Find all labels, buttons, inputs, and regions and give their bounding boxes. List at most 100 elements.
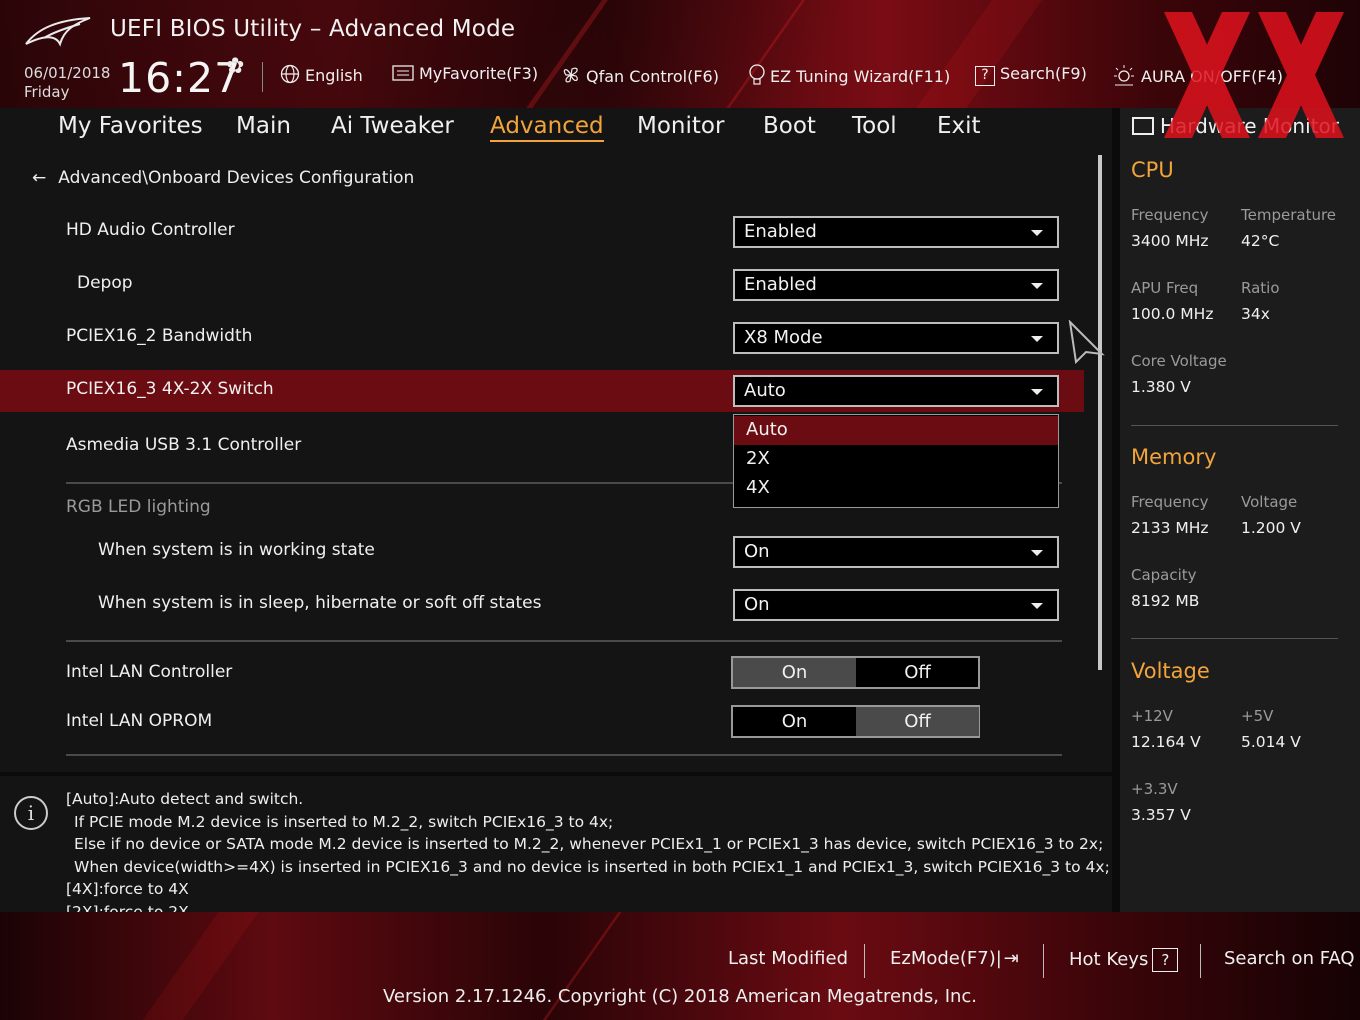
fan-icon (563, 67, 578, 83)
hd-audio-label: HD Audio Controller (66, 220, 235, 240)
pciex16-2-select[interactable]: X8 Mode (733, 322, 1059, 354)
hd-audio-value: Enabled (744, 221, 817, 242)
rog-logo (25, 17, 91, 47)
hardware-monitor: Hardware Monitor CPU Frequency Temperatu… (1120, 108, 1360, 912)
divider (66, 640, 1062, 642)
cursor-icon (1068, 320, 1105, 364)
rgb-working-label: When system is in working state (98, 540, 375, 560)
search-button[interactable]: ? Search(F9) (975, 64, 1087, 86)
breadcrumb[interactable]: ← Advanced\Onboard Devices Configuration (32, 168, 414, 188)
memory-voltage-value: 1.200 V (1241, 519, 1301, 537)
apu-freq-value: 100.0 MHz (1131, 305, 1214, 323)
settings-panel: ← Advanced\Onboard Devices Configuration … (0, 148, 1112, 772)
cpu-frequency-label: Frequency (1131, 206, 1209, 224)
help-line: When device(width>=4X) is inserted in PC… (74, 858, 1110, 876)
dropdown-option-auto[interactable]: Auto (734, 416, 1058, 445)
tab-monitor[interactable]: Monitor (637, 113, 724, 139)
voltage-heading: Voltage (1131, 659, 1210, 683)
capacity-label: Capacity (1131, 566, 1197, 584)
chevron-down-icon (1031, 603, 1043, 609)
rgb-sleep-label: When system is in sleep, hibernate or so… (98, 593, 542, 613)
divider (1131, 425, 1338, 426)
v33-value: 3.357 V (1131, 806, 1191, 824)
dropdown-option-2x[interactable]: 2X (734, 445, 1058, 474)
last-modified-button[interactable]: Last Modified (728, 948, 848, 969)
clock: 16:27 (118, 54, 242, 102)
help-line: [4X]:force to 4X (66, 880, 189, 898)
cpu-temperature-value: 42°C (1241, 232, 1280, 250)
hd-audio-select[interactable]: Enabled (733, 216, 1059, 248)
hotkeys-button[interactable]: Hot Keys? (1069, 948, 1179, 972)
cpu-temperature-label: Temperature (1241, 206, 1337, 224)
apu-freq-label: APU Freq (1131, 279, 1199, 297)
chevron-down-icon (1031, 230, 1043, 236)
cpu-frequency-value: 3400 MHz (1131, 232, 1209, 250)
tab-my-favorites[interactable]: My Favorites (58, 113, 203, 139)
intel-lan-off[interactable]: Off (856, 658, 979, 687)
header-bar: UEFI BIOS Utility – Advanced Mode 06/01/… (0, 0, 1360, 108)
day-text: Friday (24, 83, 70, 101)
intel-lan-on[interactable]: On (733, 658, 856, 687)
hotkeys-label: Hot Keys (1069, 949, 1149, 970)
intel-lan-oprom-toggle[interactable]: On Off (731, 705, 980, 738)
divider (1200, 944, 1201, 978)
memory-voltage-label: Voltage (1241, 493, 1298, 511)
tab-ai-tweaker[interactable]: Ai Tweaker (331, 113, 454, 139)
search-faq-button[interactable]: Search on FAQ (1224, 948, 1355, 969)
divider (864, 944, 865, 978)
depop-value: Enabled (744, 274, 817, 295)
tab-boot[interactable]: Boot (763, 113, 816, 139)
dropdown-option-4x[interactable]: 4X (734, 474, 1058, 503)
scrollbar[interactable] (1098, 155, 1102, 670)
version-text: Version 2.17.1246. Copyright (C) 2018 Am… (382, 986, 978, 1007)
tab-advanced[interactable]: Advanced (490, 113, 604, 142)
qfan-button[interactable]: Qfan Control(F6) (560, 64, 719, 86)
intel-lan-oprom-on[interactable]: On (733, 707, 856, 736)
myfavorite-button[interactable]: MyFavorite(F3) (392, 64, 538, 83)
help-panel: i [Auto]:Auto detect and switch. If PCIE… (0, 776, 1112, 921)
language-button[interactable]: English (280, 64, 363, 85)
intel-lan-oprom-off[interactable]: Off (856, 707, 979, 736)
pciex16-2-value: X8 Mode (744, 327, 823, 348)
tab-tool[interactable]: Tool (852, 113, 897, 139)
tab-exit[interactable]: Exit (937, 113, 981, 139)
gear-icon[interactable]: ✿ (226, 54, 244, 79)
core-voltage-value: 1.380 V (1131, 378, 1191, 396)
memory-frequency-label: Frequency (1131, 493, 1209, 511)
capacity-value: 8192 MB (1131, 592, 1200, 610)
pciex16-3-dropdown: Auto 2X 4X (733, 414, 1059, 508)
pciex16-3-select[interactable]: Auto (733, 375, 1059, 407)
app-title: UEFI BIOS Utility – Advanced Mode (110, 16, 516, 42)
myfavorite-label: MyFavorite(F3) (419, 64, 539, 83)
date-display: 06/01/2018 Friday (24, 64, 110, 102)
ezmode-button[interactable]: EzMode(F7)| ⇥ (890, 948, 1019, 969)
back-arrow-icon[interactable]: ← (32, 168, 46, 188)
pciex16-3-label: PCIEX16_3 4X-2X Switch (66, 379, 274, 399)
rgb-sleep-select[interactable]: On (733, 589, 1059, 621)
favorite-icon (392, 65, 414, 81)
divider (1131, 638, 1338, 639)
chevron-down-icon (1031, 283, 1043, 289)
info-icon: i (14, 796, 48, 830)
tab-main[interactable]: Main (236, 113, 291, 139)
rgb-heading: RGB LED lighting (66, 497, 211, 517)
depop-label: Depop (77, 273, 133, 293)
help-line: If PCIE mode M.2 device is inserted to M… (74, 813, 614, 831)
rgb-working-select[interactable]: On (733, 536, 1059, 568)
date-text: 06/01/2018 (24, 64, 111, 82)
rgb-sleep-value: On (744, 594, 770, 615)
monitor-icon (1132, 117, 1154, 135)
depop-select[interactable]: Enabled (733, 269, 1059, 301)
ez-tuning-button[interactable]: EZ Tuning Wizard(F11) (748, 64, 950, 86)
v5-value: 5.014 V (1241, 733, 1301, 751)
hotkeys-key: ? (1152, 948, 1179, 972)
ratio-value: 34x (1241, 305, 1270, 323)
intel-lan-toggle[interactable]: On Off (731, 656, 980, 689)
divider (262, 62, 263, 92)
exit-icon: ⇥ (1003, 948, 1019, 969)
chevron-down-icon (1031, 550, 1043, 556)
search-icon: ? (975, 66, 995, 86)
language-label: English (305, 66, 363, 85)
watermark-logo (1164, 12, 1344, 138)
ratio-label: Ratio (1241, 279, 1280, 297)
